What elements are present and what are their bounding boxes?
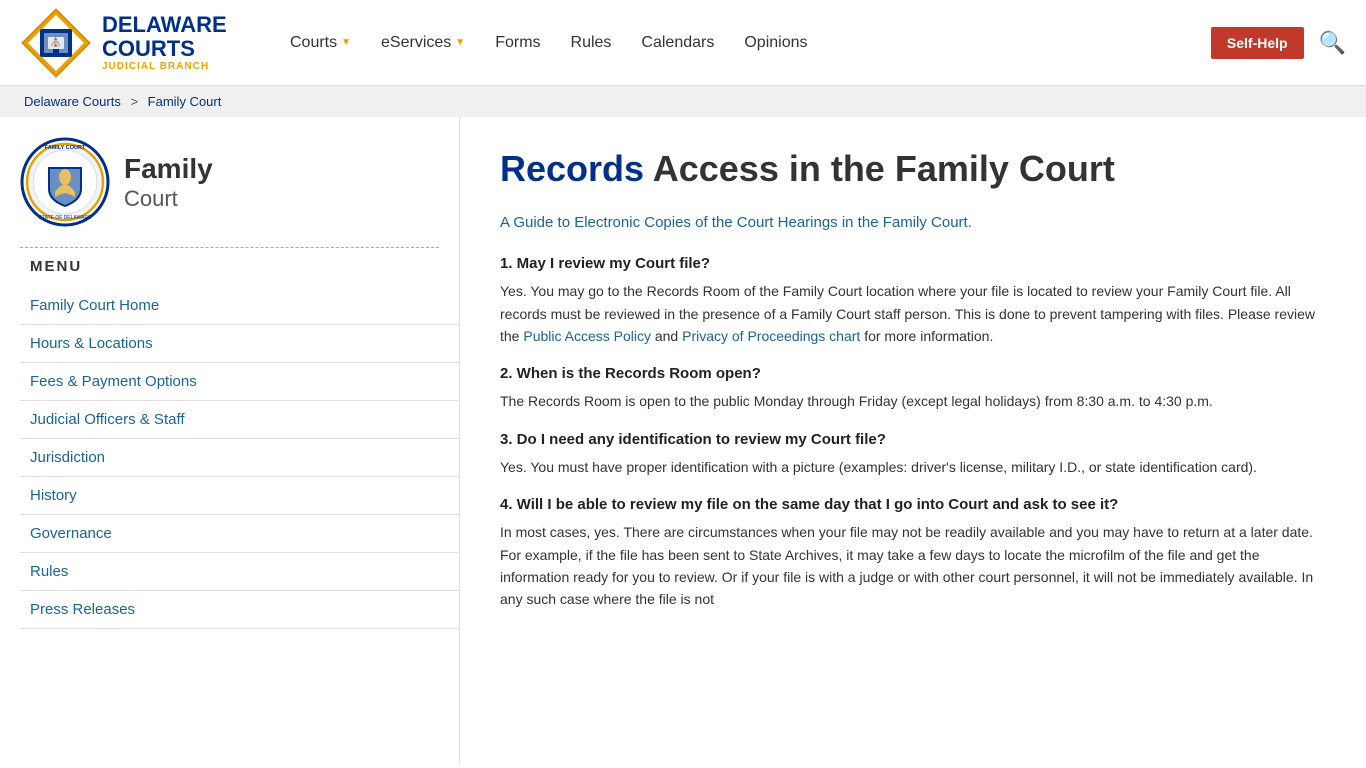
privacy-proceedings-link[interactable]: Privacy of Proceedings chart	[682, 328, 860, 344]
sidebar-item-rules[interactable]: Rules	[20, 553, 459, 590]
nav-rules[interactable]: Rules	[571, 34, 612, 52]
faq-answer-4: In most cases, yes. There are circumstan…	[500, 521, 1320, 611]
nav-forms[interactable]: Forms	[495, 34, 540, 52]
sidebar-divider	[20, 247, 439, 248]
faq-answer-2: The Records Room is open to the public M…	[500, 390, 1320, 412]
faq-question-2: 2. When is the Records Room open?	[500, 365, 1320, 382]
main-layout: FAMILY COURT STATE OF DELAWARE Family Co…	[0, 117, 1366, 765]
court-name-bold: Family	[124, 153, 213, 184]
faq-answer-3: Yes. You must have proper identification…	[500, 456, 1320, 478]
logo-text: DELAWARECOURTS JUDICIAL BRANCH	[102, 13, 227, 72]
menu-item: Hours & Locations	[20, 325, 459, 363]
title-rest: Access in the Family Court	[644, 148, 1115, 189]
menu-item: Jurisdiction	[20, 439, 459, 477]
court-name: Family Court	[124, 152, 213, 212]
logo-icon: ⛪	[20, 7, 92, 79]
subtitle-link[interactable]: A Guide to Electronic Copies of the Cour…	[500, 214, 1320, 231]
menu-item: Fees & Payment Options	[20, 363, 459, 401]
court-seal-icon: FAMILY COURT STATE OF DELAWARE	[20, 137, 110, 227]
title-bold: Records	[500, 148, 644, 189]
menu-label: MENU	[20, 258, 459, 275]
main-content: Records Access in the Family Court A Gui…	[460, 117, 1360, 765]
faq-answer-1: Yes. You may go to the Records Room of t…	[500, 280, 1320, 347]
sidebar-item-press-releases[interactable]: Press Releases	[20, 591, 459, 628]
sidebar: FAMILY COURT STATE OF DELAWARE Family Co…	[0, 117, 460, 765]
menu-item: History	[20, 477, 459, 515]
org-subtitle: JUDICIAL BRANCH	[102, 61, 227, 72]
faq-question-3: 3. Do I need any identification to revie…	[500, 431, 1320, 448]
sidebar-menu: Family Court Home Hours & Locations Fees…	[20, 287, 459, 629]
nav-opinions[interactable]: Opinions	[744, 34, 807, 52]
faq-question-1: 1. May I review my Court file?	[500, 255, 1320, 272]
court-logo-area: FAMILY COURT STATE OF DELAWARE Family Co…	[20, 137, 459, 227]
faq-section: 1. May I review my Court file? Yes. You …	[500, 255, 1320, 611]
breadcrumb-home[interactable]: Delaware Courts	[24, 94, 121, 109]
sidebar-item-jurisdiction[interactable]: Jurisdiction	[20, 439, 459, 476]
svg-text:⛪: ⛪	[50, 35, 62, 48]
courts-dropdown-arrow: ▼	[341, 37, 351, 48]
public-access-policy-link[interactable]: Public Access Policy	[523, 328, 651, 344]
site-header: ⛪ DELAWARECOURTS JUDICIAL BRANCH Courts …	[0, 0, 1366, 86]
breadcrumb-separator: >	[130, 94, 138, 109]
breadcrumb-current[interactable]: Family Court	[148, 94, 222, 109]
org-name: DELAWARECOURTS	[102, 13, 227, 61]
sidebar-item-history[interactable]: History	[20, 477, 459, 514]
logo-area: ⛪ DELAWARECOURTS JUDICIAL BRANCH	[20, 7, 290, 79]
sidebar-item-hours-locations[interactable]: Hours & Locations	[20, 325, 459, 362]
faq-question-4: 4. Will I be able to review my file on t…	[500, 496, 1320, 513]
sidebar-item-judicial-officers[interactable]: Judicial Officers & Staff	[20, 401, 459, 438]
main-nav: Courts ▼ eServices ▼ Forms Rules Calenda…	[290, 34, 1211, 52]
eservices-dropdown-arrow: ▼	[455, 37, 465, 48]
sidebar-item-governance[interactable]: Governance	[20, 515, 459, 552]
nav-eservices[interactable]: eServices ▼	[381, 34, 465, 52]
svg-text:STATE OF DELAWARE: STATE OF DELAWARE	[39, 215, 92, 221]
header-actions: Self-Help 🔍	[1211, 27, 1346, 59]
search-button[interactable]: 🔍	[1319, 30, 1346, 56]
sidebar-item-family-court-home[interactable]: Family Court Home	[20, 287, 459, 324]
search-icon: 🔍	[1319, 30, 1346, 55]
svg-text:FAMILY COURT: FAMILY COURT	[45, 145, 86, 151]
menu-item: Rules	[20, 553, 459, 591]
menu-item: Family Court Home	[20, 287, 459, 325]
menu-item: Governance	[20, 515, 459, 553]
nav-calendars[interactable]: Calendars	[641, 34, 714, 52]
menu-item: Press Releases	[20, 591, 459, 629]
nav-courts[interactable]: Courts ▼	[290, 34, 351, 52]
self-help-button[interactable]: Self-Help	[1211, 27, 1304, 59]
sidebar-item-fees-payment[interactable]: Fees & Payment Options	[20, 363, 459, 400]
page-title: Records Access in the Family Court	[500, 147, 1320, 190]
breadcrumb: Delaware Courts > Family Court	[0, 86, 1366, 117]
court-name-sub: Court	[124, 186, 213, 212]
menu-item: Judicial Officers & Staff	[20, 401, 459, 439]
